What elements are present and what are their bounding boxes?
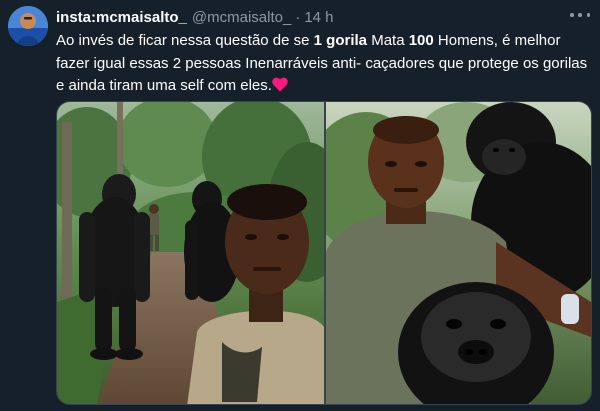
avatar[interactable] — [8, 6, 48, 46]
tweet-text-bold: 1 gorila — [313, 32, 368, 49]
photo-gorillas-standing-forest-selfie[interactable] — [57, 102, 324, 404]
user-handle[interactable]: @mcmaisalto_ — [192, 9, 291, 26]
tweet-media — [56, 101, 592, 405]
separator-dot: · — [295, 8, 301, 26]
photo-gorillas-ranger-selfie-closeup[interactable] — [326, 102, 591, 404]
tweet-header: insta:mcmaisalto_ @mcmaisalto_ · 14 h — [56, 6, 590, 28]
display-name[interactable]: insta:mcmaisalto_ — [56, 9, 187, 26]
more-options-icon[interactable] — [570, 8, 590, 22]
timestamp[interactable]: 14 h — [304, 9, 333, 26]
tweet-text-part: Mata — [367, 32, 409, 49]
heart-emoji-icon — [272, 77, 288, 100]
tweet-text-part: Ao invés de ficar nessa questão de se — [56, 32, 314, 49]
tweet-text: Ao invés de ficar nessa questão de se 1 … — [56, 30, 590, 100]
tweet-text-bold: 100 — [408, 32, 434, 49]
